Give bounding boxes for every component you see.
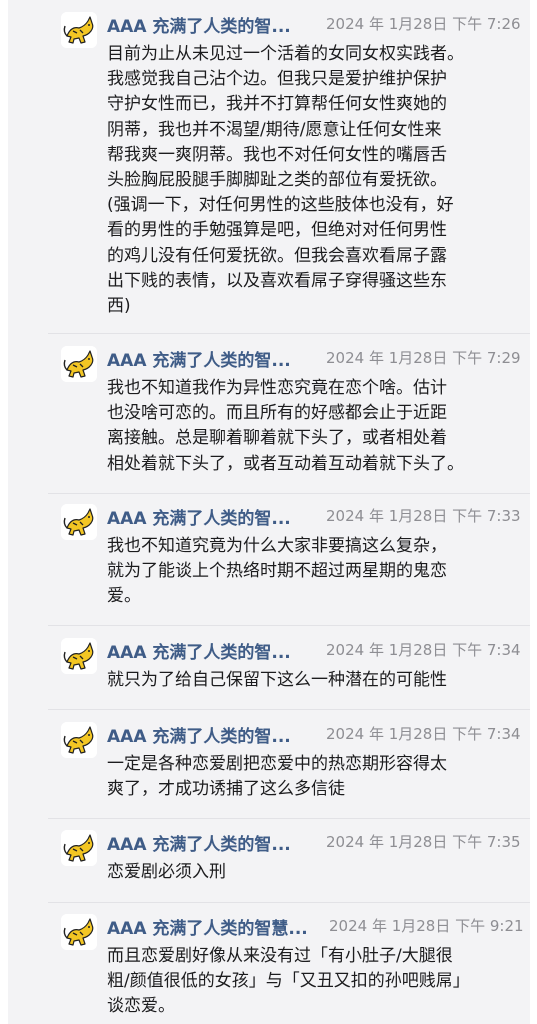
avatar[interactable]: [61, 638, 97, 674]
divider: [48, 333, 530, 334]
message-text: 我也不知道我作为异性恋究竟在恋个啥。估计 也没啥可恋的。而且所有的好感都会止于近…: [107, 378, 464, 474]
avatar[interactable]: [61, 12, 97, 48]
sender-name[interactable]: AAA 充满了人类的智慧...: [107, 914, 308, 939]
divider: [48, 625, 530, 626]
message-text: 目前为止从未见过一个活着的女同女权实践者。 我感觉我自己沾个边。但我只是爱护维护…: [107, 44, 464, 317]
message-thread: AAA 充满了人类的智... 2024 年 1月28日 下午 7:26 目前为止…: [8, 0, 530, 1024]
avatar[interactable]: [61, 346, 97, 382]
timestamp: 2024 年 1月28日 下午 7:33: [326, 507, 521, 525]
message-item: AAA 充满了人类的智... 2024 年 1月28日 下午 7:29 我也不知…: [61, 346, 526, 486]
avatar[interactable]: [61, 830, 97, 866]
timestamp: 2024 年 1月28日 下午 9:21: [329, 917, 524, 935]
avatar[interactable]: [61, 722, 97, 758]
avatar[interactable]: [61, 914, 97, 950]
divider: [48, 493, 530, 494]
divider: [48, 709, 530, 710]
divider: [48, 818, 530, 819]
message-text: 就只为了给自己保留下这么一种潜在的可能性: [107, 670, 447, 690]
sender-name[interactable]: AAA 充满了人类的智...: [107, 638, 291, 663]
timestamp: 2024 年 1月28日 下午 7:26: [326, 15, 521, 33]
sender-name[interactable]: AAA 充满了人类的智...: [107, 722, 291, 747]
message-text: 我也不知道究竟为什么大家非要搞这么复杂， 就为了能谈上个热络时期不超过两星期的鬼…: [107, 536, 447, 607]
sender-name[interactable]: AAA 充满了人类的智...: [107, 830, 291, 855]
avatar[interactable]: [61, 504, 97, 540]
timestamp: 2024 年 1月28日 下午 7:29: [326, 349, 521, 367]
message-text: 恋爱剧必须入刑: [107, 862, 226, 882]
timestamp: 2024 年 1月28日 下午 7:34: [326, 641, 521, 659]
sender-name[interactable]: AAA 充满了人类的智...: [107, 504, 291, 529]
message-text: 而且恋爱剧好像从来没有过「有小肚子/大腿很 粗/颜值很低的女孩」与「又丑又扣的孙…: [107, 946, 470, 1017]
message-item: AAA 充满了人类的智... 2024 年 1月28日 下午 7:35 恋爱剧必…: [61, 830, 526, 890]
message-item: AAA 充满了人类的智... 2024 年 1月28日 下午 7:34 就只为了…: [61, 638, 526, 698]
timestamp: 2024 年 1月28日 下午 7:34: [326, 725, 521, 743]
message-item: AAA 充满了人类的智... 2024 年 1月28日 下午 7:34 一定是各…: [61, 722, 526, 812]
message-text: 一定是各种恋爱剧把恋爱中的热恋期形容得太 爽了，才成功诱捕了这么多信徒: [107, 754, 447, 800]
sender-name[interactable]: AAA 充满了人类的智...: [107, 12, 291, 37]
divider: [48, 902, 530, 903]
timestamp: 2024 年 1月28日 下午 7:35: [326, 833, 521, 851]
message-item: AAA 充满了人类的智... 2024 年 1月28日 下午 7:26 目前为止…: [61, 12, 526, 322]
message-item: AAA 充满了人类的智... 2024 年 1月28日 下午 7:33 我也不知…: [61, 504, 526, 614]
message-item: AAA 充满了人类的智慧... 2024 年 1月28日 下午 9:21 而且恋…: [61, 914, 526, 1024]
sender-name[interactable]: AAA 充满了人类的智...: [107, 346, 291, 371]
